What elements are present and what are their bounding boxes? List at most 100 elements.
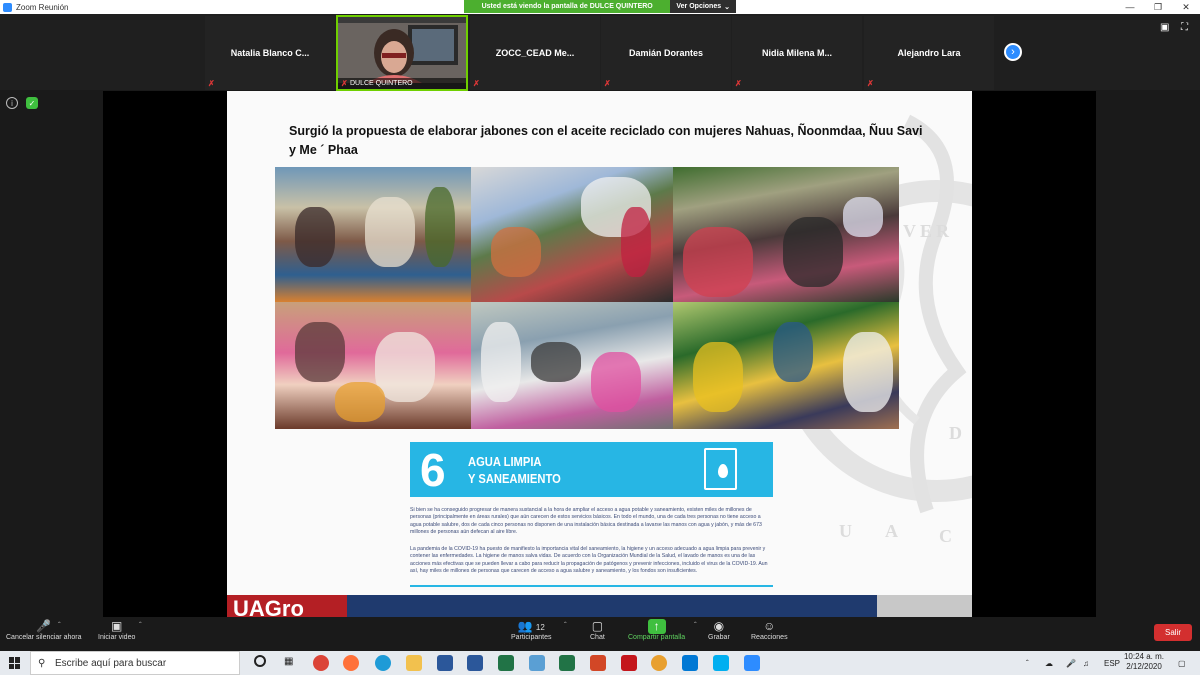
window-title: Zoom Reunión bbox=[16, 2, 69, 12]
firefox-icon[interactable] bbox=[343, 655, 359, 671]
file-explorer-icon[interactable] bbox=[406, 655, 422, 671]
share-screen-button[interactable]: ↑ Compartir pantalla bbox=[628, 619, 685, 641]
workshop-photo bbox=[673, 302, 899, 429]
participant-video-tile[interactable]: DULCE QUINTERO ✗ bbox=[336, 15, 468, 91]
participants-count: 12 bbox=[535, 623, 545, 632]
minimize-icon[interactable]: — bbox=[1116, 0, 1144, 14]
powerpoint-icon[interactable] bbox=[590, 655, 606, 671]
participant-name: ZOCC_CEAD Me... bbox=[495, 48, 575, 58]
shield-icon[interactable]: ✓ bbox=[26, 97, 38, 109]
participants-icon: 👥 12 bbox=[517, 619, 545, 633]
mic-muted-icon: ✗ bbox=[208, 79, 215, 88]
participant-tile[interactable]: Alejandro Lara ✗ bbox=[864, 16, 994, 90]
sdg-6-banner: 6 AGUA LIMPIA Y SANEAMIENTO bbox=[410, 442, 773, 497]
chevron-right-icon: › bbox=[1011, 46, 1015, 58]
chevron-up-icon[interactable]: ˆ bbox=[694, 621, 697, 630]
divider bbox=[410, 585, 773, 587]
participant-tile[interactable]: Nidia Milena M... ✗ bbox=[732, 16, 862, 90]
shared-slide: IVER D U A C Surgió la propuesta de elab… bbox=[227, 91, 972, 617]
water-drop-icon bbox=[704, 448, 737, 490]
clock-date: 2/12/2020 bbox=[1126, 662, 1162, 671]
reactions-label: Reacciones bbox=[751, 634, 788, 641]
chevron-up-icon[interactable]: ˆ bbox=[1026, 651, 1029, 675]
edge-icon[interactable] bbox=[375, 655, 391, 671]
record-label: Grabar bbox=[708, 634, 730, 641]
search-placeholder: Escribe aquí para buscar bbox=[55, 657, 167, 669]
chat-icon: ▢ bbox=[591, 619, 604, 633]
windows-start-icon[interactable] bbox=[9, 657, 21, 669]
app-icon[interactable] bbox=[651, 655, 667, 671]
word-icon[interactable] bbox=[437, 655, 453, 671]
chrome-icon[interactable] bbox=[313, 655, 329, 671]
zoom-logo-icon bbox=[3, 2, 12, 12]
slide-heading: Surgió la propuesta de elaborar jabones … bbox=[289, 124, 923, 157]
volume-icon[interactable]: ♫ bbox=[1083, 651, 1089, 675]
record-button[interactable]: ◉ Grabar bbox=[708, 619, 730, 641]
slide-footer: UAGro bbox=[227, 595, 972, 617]
taskbar-clock[interactable]: 10:24 a. m. 2/12/2020 bbox=[1122, 652, 1166, 672]
app-icon[interactable] bbox=[529, 655, 545, 671]
seal-text: IVER bbox=[892, 221, 954, 241]
unmute-button[interactable]: 🎤 Cancelar silenciar ahora bbox=[6, 619, 81, 641]
input-language[interactable]: ESP bbox=[1104, 651, 1120, 675]
photo-collage bbox=[275, 167, 899, 429]
fullscreen-icon[interactable]: ⛶ bbox=[1181, 22, 1188, 33]
close-icon[interactable]: ✕ bbox=[1172, 0, 1200, 14]
mic-muted-icon: ✗ bbox=[604, 79, 611, 88]
chevron-up-icon[interactable]: ˆ bbox=[564, 621, 567, 630]
chevron-up-icon[interactable]: ˆ bbox=[139, 621, 142, 630]
participant-tile[interactable]: ZOCC_CEAD Me... ✗ bbox=[470, 16, 600, 90]
task-view-icon[interactable]: ▦ bbox=[284, 656, 293, 667]
skype-icon[interactable] bbox=[713, 655, 729, 671]
pdf-icon[interactable] bbox=[621, 655, 637, 671]
layout-icon[interactable]: ▣ bbox=[1160, 22, 1169, 33]
start-video-button[interactable]: ▣ Iniciar video bbox=[98, 619, 135, 641]
notifications-icon[interactable]: ▢ bbox=[1178, 651, 1186, 675]
cortana-icon[interactable] bbox=[254, 655, 266, 667]
sdg-title-line: Y SANEAMIENTO bbox=[468, 471, 561, 486]
unmute-label: Cancelar silenciar ahora bbox=[6, 634, 82, 641]
sdg-number: 6 bbox=[420, 444, 446, 496]
excel-icon[interactable] bbox=[559, 655, 575, 671]
restore-icon[interactable]: ❐ bbox=[1144, 0, 1172, 14]
meeting-toolbar: 🎤 Cancelar silenciar ahora ˆ ▣ Iniciar v… bbox=[0, 617, 1200, 651]
workshop-photo bbox=[471, 167, 673, 302]
reactions-button[interactable]: ☺ Reacciones bbox=[751, 619, 788, 641]
screen-share-banner: Usted está viendo la pantalla de DULCE Q… bbox=[464, 0, 736, 13]
chat-label: Chat bbox=[590, 634, 605, 641]
participants-label: Participantes bbox=[511, 634, 552, 641]
excel-icon[interactable] bbox=[498, 655, 514, 671]
participant-tile[interactable]: Damián Dorantes ✗ bbox=[601, 16, 731, 90]
view-options-label: Ver Opciones bbox=[676, 3, 722, 10]
clock-time: 10:24 a. m. bbox=[1123, 652, 1165, 661]
mail-icon[interactable] bbox=[682, 655, 698, 671]
mic-off-icon: 🎤 bbox=[36, 619, 52, 633]
share-screen-icon: ↑ bbox=[647, 619, 666, 634]
microphone-icon[interactable]: 🎤 bbox=[1066, 651, 1076, 675]
word-icon[interactable] bbox=[467, 655, 483, 671]
sdg-title: AGUA LIMPIA Y SANEAMIENTO bbox=[468, 453, 561, 487]
participant-tile[interactable]: Natalia Blanco C... ✗ bbox=[205, 16, 335, 90]
leave-button[interactable]: Salir bbox=[1154, 624, 1192, 641]
next-page-button[interactable]: › bbox=[1004, 43, 1022, 61]
view-options-button[interactable]: Ver Opciones ⌄ bbox=[670, 0, 736, 13]
windows-taskbar: ⚲ Escribe aquí para buscar ▦ ˆ ☁ 🎤 ♫ ESP… bbox=[0, 651, 1200, 675]
search-icon: ⚲ bbox=[38, 657, 46, 669]
participant-name: Damián Dorantes bbox=[628, 48, 704, 58]
mic-muted-icon: ✗ bbox=[735, 79, 742, 88]
chevron-up-icon[interactable]: ˆ bbox=[58, 621, 61, 630]
mic-muted-icon: ✗ bbox=[341, 79, 348, 88]
chat-button[interactable]: ▢ Chat bbox=[590, 619, 605, 641]
workshop-photo bbox=[471, 302, 673, 429]
taskbar-search[interactable]: ⚲ Escribe aquí para buscar bbox=[30, 651, 240, 675]
seal-letter: C bbox=[939, 526, 952, 546]
footer-block bbox=[877, 595, 972, 617]
cloud-icon[interactable]: ☁ bbox=[1045, 651, 1053, 675]
zoom-icon[interactable] bbox=[744, 655, 760, 671]
workshop-photo bbox=[673, 167, 899, 302]
sdg-paragraph: Si bien se ha conseguido progresar de ma… bbox=[410, 507, 762, 536]
participant-video bbox=[338, 23, 466, 83]
participants-button[interactable]: 👥 12 Participantes bbox=[511, 619, 551, 641]
start-video-label: Iniciar video bbox=[98, 634, 136, 641]
info-icon[interactable]: i bbox=[6, 97, 18, 109]
